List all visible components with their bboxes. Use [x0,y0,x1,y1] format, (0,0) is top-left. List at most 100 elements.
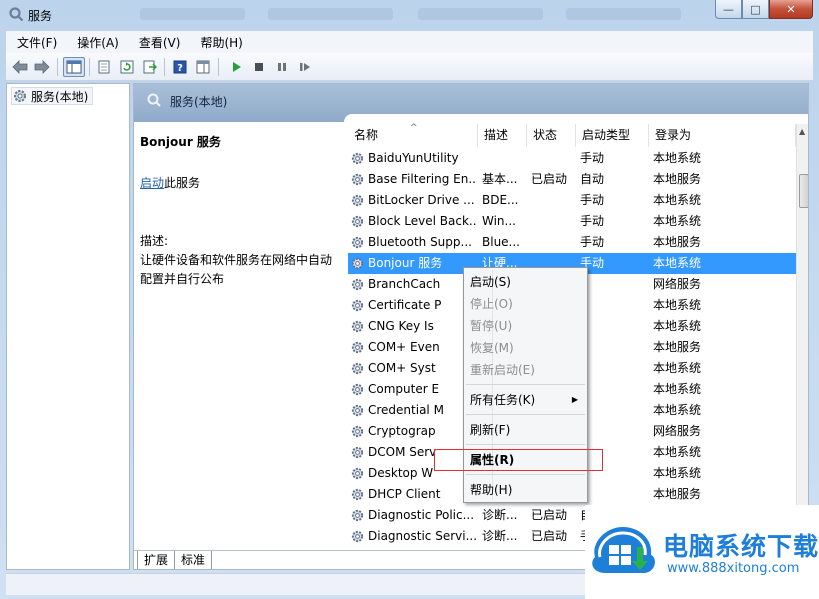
service-name: COM+ Even [368,340,440,354]
refresh-toolbar-button[interactable] [117,57,137,77]
service-name: COM+ Syst [368,361,436,375]
restart-service-button[interactable] [295,57,315,77]
service-name: BitLocker Drive ... [368,193,475,207]
service-gear-icon [351,446,364,459]
back-button[interactable] [10,57,30,77]
service-startup-type [580,274,648,295]
service-name: Diagnostic Polic... [368,508,475,522]
service-name: Credential M [368,403,444,417]
properties-icon [98,60,110,74]
start-service-action: 启动此服务 [140,174,200,191]
context-menu-separator [466,474,585,475]
show-console-tree-button[interactable] [63,57,85,77]
context-menu-item[interactable]: 所有任务(K) ▶ [467,389,584,411]
service-log-on-as: 本地系统 [653,193,702,207]
console-tree-icon [66,60,82,74]
sort-ascending-icon: ^ [410,123,418,133]
menu-help[interactable]: 帮助(H) [189,34,251,51]
menu-view[interactable]: 查看(V) [128,34,190,51]
blurred-taskbar-area [140,8,245,20]
stop-service-button[interactable] [249,57,269,77]
service-gear-icon [351,509,364,522]
column-header-log-on-as[interactable]: 登录为 [649,124,796,147]
service-description [482,148,524,169]
start-service-link[interactable]: 启动 [140,176,164,190]
table-row[interactable]: Bluetooth Supp... Blue... 手动 本地服务 [348,232,796,253]
tab-standard[interactable]: 标准 [174,551,213,569]
service-log-on-as: 本地系统 [653,382,702,396]
context-menu-separator [466,414,585,415]
table-row[interactable]: Block Level Back... Win... 手动 本地系统 [348,211,796,232]
service-log-on-as: 本地系统 [653,361,702,375]
service-status [531,148,575,169]
column-header-startup-type[interactable]: 启动类型 [576,124,649,147]
tree-item-services-local[interactable]: 服务(本地) [11,87,94,105]
tab-extended[interactable]: 扩展 [137,551,176,569]
service-startup-type: 手动 [580,214,605,228]
forward-arrow-icon [34,60,50,74]
menu-file[interactable]: 文件(F) [6,34,66,51]
context-menu-item-label: 帮助(H) [470,483,513,497]
service-description: BDE... [482,193,519,207]
service-gear-icon [351,152,364,165]
service-gear-icon [351,341,364,354]
menu-bar: 文件(F) 操作(A) 查看(V) 帮助(H) [6,31,813,53]
services-gear-icon [9,7,24,22]
column-header-name[interactable]: ^ 名称 [348,123,478,147]
service-name: Certificate P [368,298,442,312]
close-button[interactable]: ✕ [769,0,813,19]
service-log-on-as: 网络服务 [653,277,702,291]
service-log-on-as: 本地系统 [653,214,702,228]
service-startup-type: 手动 [580,151,605,165]
table-row[interactable]: BitLocker Drive ... BDE... 手动 本地系统 [348,190,796,211]
properties-toolbar-button[interactable] [94,57,114,77]
service-name: Computer E [368,382,440,396]
service-description: Blue... [482,235,520,249]
service-startup-type [580,484,648,505]
export-list-button[interactable] [140,57,160,77]
service-startup-type: 自动 [580,172,605,186]
menu-action[interactable]: 操作(A) [66,34,128,51]
column-header-status[interactable]: 状态 [527,124,576,147]
context-menu-item: 恢复(M) [467,337,584,359]
blurred-taskbar-area [268,8,393,20]
service-name: Diagnostic Servi... [368,529,476,543]
show-action-pane-button[interactable] [193,57,213,77]
start-service-button[interactable] [226,57,246,77]
service-name: BranchCach [368,277,441,291]
toolbar-separator [218,58,219,76]
service-name: BaiduYunUtility [368,151,459,165]
help-toolbar-button[interactable]: ? [170,57,190,77]
context-menu-item[interactable]: 刷新(F) [467,419,584,441]
context-menu-item-label: 暂停(U) [470,319,513,333]
service-gear-icon [351,404,364,417]
forward-button[interactable] [32,57,52,77]
service-name: DHCP Client [368,487,441,501]
scrollbar-thumb[interactable] [799,174,808,208]
service-startup-type [580,379,648,400]
table-row[interactable]: BaiduYunUtility 手动 本地系统 [348,148,796,169]
services-gear-icon [14,90,26,102]
context-menu-item[interactable]: 帮助(H) [467,479,584,501]
context-menu-item[interactable]: 启动(S) [467,271,584,293]
maximize-button[interactable]: □ [742,0,769,19]
title-bar[interactable]: 服务 — □ ✕ [0,0,819,30]
service-startup-type: 手动 [580,256,605,270]
service-gear-icon [351,236,364,249]
window-controls: — □ ✕ [715,0,813,20]
vertical-scrollbar[interactable]: ▲ [796,124,808,550]
pause-service-button[interactable] [272,57,292,77]
column-header-description[interactable]: 描述 [478,124,527,147]
service-description: 诊断... [482,529,518,543]
service-gear-icon [351,278,364,291]
window-title: 服务 [28,9,53,23]
table-row[interactable]: Base Filtering En... 基本... 已启动 自动 本地服务 [348,169,796,190]
pause-icon [278,63,286,71]
stop-icon [255,63,263,71]
minimize-button[interactable]: — [715,0,742,19]
service-status [531,232,575,253]
service-gear-icon [351,467,364,480]
watermark-url: www.888xitong.com [667,561,800,576]
scroll-up-icon[interactable]: ▲ [799,127,805,136]
toolbar: ? [6,53,813,81]
